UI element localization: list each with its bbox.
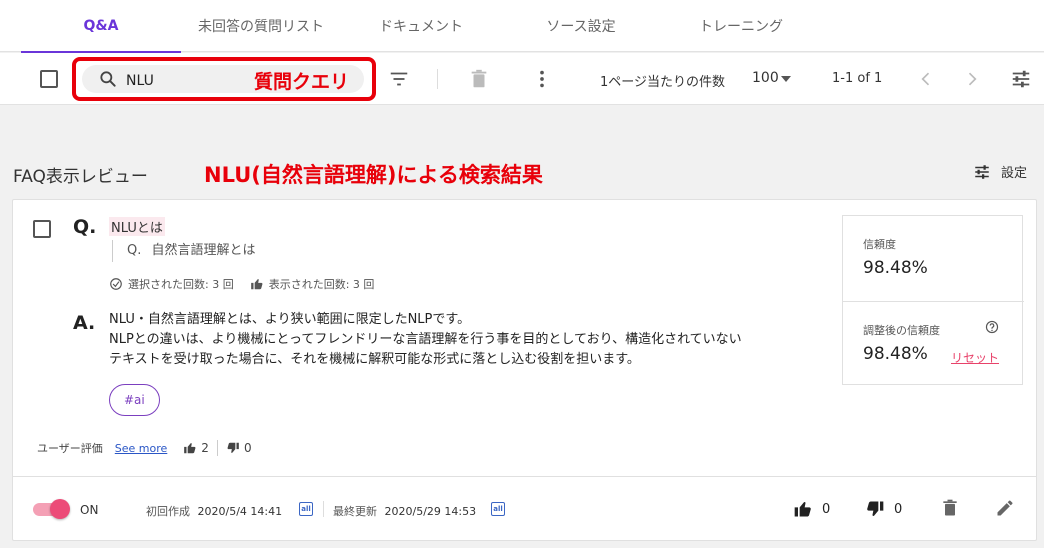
tab-label: ドキュメント [379, 19, 463, 35]
updated-value: 2020/5/29 14:53 [384, 505, 477, 518]
updated-label: 最終更新 [333, 505, 377, 518]
toggle-label: ON [80, 503, 99, 517]
thumb-up-icon [184, 443, 196, 454]
displayed-count: 表示された回数: 3 回 [268, 278, 375, 291]
answer-line: NLPとの違いは、より機械にとってフレンドリーな言語理解を行う事を目的としており… [109, 332, 742, 347]
created-label: 初回作成 [146, 505, 190, 518]
alt-question-text: 自然言語理解とは [151, 243, 256, 258]
answer-line: テキストを受け取った場合に、それを機械に解釈可能な形式に落とし込む役割を担います… [109, 352, 640, 367]
filter-icon[interactable] [388, 68, 410, 90]
pagination-range: 1-1 of 1 [832, 71, 883, 86]
see-more-link[interactable]: See more [115, 442, 168, 455]
confidence-label: 信頼度 [863, 238, 896, 251]
divider [437, 69, 438, 89]
adjusted-confidence-label: 調整後の信頼度 [863, 324, 940, 337]
created-value: 2020/5/4 14:41 [197, 505, 283, 518]
adjusted-confidence-row: 調整後の信頼度 98.48% リセット [843, 301, 1024, 386]
answer-text: NLU・自然言語理解とは、より狭い範囲に限定したNLPです。 NLPとの違いは、… [109, 310, 829, 370]
annotation-result-label: NLU(自然言語理解)による検索結果 [204, 163, 543, 187]
footer-dislike-count: 0 [894, 502, 903, 517]
dropdown-arrow-icon[interactable] [780, 74, 792, 84]
rating-label: ユーザー評価 [37, 442, 103, 455]
tab-label: トレーニング [699, 19, 783, 35]
tab-documents[interactable]: ドキュメント [341, 0, 501, 52]
card-footer: ON 初回作成 2020/5/4 14:41 all 最終更新 2020/5/2… [13, 476, 1036, 540]
faq-stats: 選択された回数: 3 回 表示された回数: 3 回 [109, 276, 374, 292]
dislike-count: 0 [243, 441, 252, 455]
faq-card: Q. NLUとは Q. 自然言語理解とは 選択された回数: 3 回 表示された回… [12, 199, 1037, 541]
reset-button[interactable]: リセット [951, 349, 999, 366]
tab-bar: Q&A 未回答の質問リスト ドキュメント ソース設定 トレーニング [0, 0, 1044, 53]
alternate-question: Q. 自然言語理解とは [112, 240, 256, 262]
answer-mark: A. [73, 312, 96, 334]
answer-line: NLU・自然言語理解とは、より狭い範囲に限定したNLPです。 [109, 312, 471, 327]
settings-button[interactable]: 設定 [973, 162, 1027, 181]
toolbar: 質問クエリ 1ページ当たりの件数 100 1-1 of 1 [0, 53, 1044, 105]
settings-label: 設定 [1001, 166, 1028, 181]
per-page-label: 1ページ当たりの件数 [600, 75, 726, 90]
like-count: 2 [201, 441, 209, 455]
tune-icon [975, 164, 989, 179]
confidence-panel: 信頼度 98.48% 調整後の信頼度 98.48% リセット [842, 215, 1024, 386]
tune-icon[interactable] [1010, 68, 1032, 90]
edit-icon[interactable] [995, 498, 1015, 518]
annotation-query-label: 質問クエリ [254, 71, 350, 93]
tab-unanswered[interactable]: 未回答の質問リスト [181, 0, 341, 52]
section-title: FAQ表示レビュー [13, 167, 148, 187]
all-badge-icon: all [491, 502, 505, 516]
footer-like-count: 0 [822, 502, 831, 517]
publish-toggle[interactable] [33, 499, 70, 519]
search-input[interactable] [126, 71, 246, 91]
delete-icon[interactable] [468, 68, 490, 90]
tab-source-settings[interactable]: ソース設定 [501, 0, 661, 52]
tab-training[interactable]: トレーニング [661, 0, 821, 52]
tag-chip[interactable]: #ai [109, 384, 160, 416]
search-query-highlight: 質問クエリ [72, 57, 376, 101]
question-mark: Q. [73, 216, 97, 238]
tab-qa[interactable]: Q&A [21, 0, 181, 53]
per-page-select[interactable]: 100 [752, 70, 779, 86]
tab-label: 未回答の質問リスト [198, 19, 324, 35]
divider [216, 440, 218, 456]
alt-question-prefix: Q. [127, 243, 142, 258]
chevron-left-icon[interactable] [916, 69, 936, 89]
updated-info: 最終更新 2020/5/29 14:53 [333, 503, 476, 519]
user-rating: ユーザー評価 See more 2 0 [37, 440, 252, 456]
more-vert-icon[interactable] [531, 68, 553, 90]
thumb-up-icon [250, 279, 263, 290]
search-icon [100, 71, 116, 87]
divider [323, 501, 324, 517]
adjusted-confidence-value: 98.48% [863, 344, 928, 364]
help-icon[interactable] [985, 320, 999, 334]
faq-select-checkbox[interactable] [33, 220, 51, 238]
selected-count: 選択された回数: 3 回 [128, 278, 234, 291]
chevron-right-icon[interactable] [962, 69, 982, 89]
created-info: 初回作成 2020/5/4 14:41 [146, 503, 282, 519]
all-badge-icon: all [299, 502, 313, 516]
delete-icon[interactable] [940, 498, 960, 518]
tab-label: ソース設定 [546, 19, 616, 35]
confidence-row: 信頼度 98.48% [843, 216, 1024, 301]
tab-label: Q&A [83, 18, 119, 34]
thumb-up-icon[interactable] [793, 499, 813, 519]
confidence-value: 98.48% [863, 258, 928, 278]
select-all-checkbox[interactable] [40, 70, 58, 88]
check-circle-icon [110, 278, 122, 290]
thumb-down-icon [227, 442, 239, 453]
question-title[interactable]: NLUとは [109, 217, 165, 236]
thumb-down-icon[interactable] [865, 499, 885, 519]
toggle-knob [50, 499, 70, 519]
